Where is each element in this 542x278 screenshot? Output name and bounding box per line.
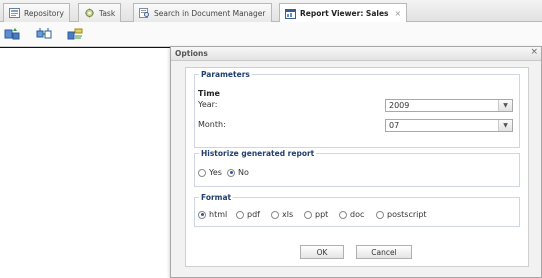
ok-button[interactable]: OK xyxy=(300,245,344,259)
divider xyxy=(0,47,170,48)
format-xls-radio[interactable]: xls xyxy=(271,210,293,219)
radio-label: Yes xyxy=(209,168,222,177)
radio-label: xls xyxy=(282,210,294,219)
dialog-header[interactable]: Options × xyxy=(171,47,541,61)
year-select[interactable]: 2009 ▼ xyxy=(385,99,513,112)
repository-icon xyxy=(9,8,20,18)
radio-label: doc xyxy=(350,210,365,219)
tab-bar: Repository Task Search in Document Manag… xyxy=(0,0,542,23)
dialog-body: Parameters Time Year: 2009 ▼ Month: 07 ▼… xyxy=(185,67,529,267)
tab-search-document-manager[interactable]: Search in Document Manager xyxy=(133,3,272,22)
export-report-icon xyxy=(36,28,52,39)
radio-label: No xyxy=(238,168,249,177)
month-select[interactable]: 07 ▼ xyxy=(385,119,513,132)
export-report-button[interactable] xyxy=(35,26,53,42)
section-legend: Historize generated report xyxy=(201,149,315,158)
radio-button[interactable] xyxy=(376,210,384,219)
month-label: Month: xyxy=(198,120,226,129)
historize-no-radio[interactable]: No xyxy=(227,168,249,177)
month-value: 07 xyxy=(389,121,400,130)
report-options-icon xyxy=(67,28,83,40)
tab-label: Search in Document Manager xyxy=(154,8,266,18)
radio-button[interactable] xyxy=(227,168,235,177)
options-dialog: Options × Parameters Time Year: 2009 ▼ M… xyxy=(170,46,542,278)
refresh-report-icon xyxy=(4,28,20,40)
format-ppt-radio[interactable]: ppt xyxy=(304,210,328,219)
tab-task[interactable]: Task xyxy=(78,3,122,22)
chevron-down-icon[interactable]: ▼ xyxy=(498,120,512,131)
radio-button[interactable] xyxy=(198,210,206,219)
format-postscript-radio[interactable]: postscript xyxy=(376,210,427,219)
format-pdf-radio[interactable]: pdf xyxy=(236,210,260,219)
tab-repository[interactable]: Repository xyxy=(3,3,70,22)
radio-button[interactable] xyxy=(198,168,206,177)
chevron-down-icon[interactable]: ▼ xyxy=(498,100,512,111)
report-options-button[interactable] xyxy=(66,26,84,42)
radio-button[interactable] xyxy=(271,210,279,219)
radio-label: postscript xyxy=(387,210,427,219)
report-viewer-icon xyxy=(285,8,296,19)
radio-label: pdf xyxy=(247,210,260,219)
time-group-label: Time xyxy=(198,89,220,98)
format-html-radio[interactable]: html xyxy=(198,210,227,219)
task-icon xyxy=(85,8,94,18)
radio-button[interactable] xyxy=(236,210,244,219)
historize-yes-radio[interactable]: Yes xyxy=(198,168,222,177)
radio-label: html xyxy=(209,210,228,219)
dialog-title: Options xyxy=(175,49,208,58)
tab-label: Task xyxy=(99,8,116,18)
report-toolbar xyxy=(0,22,542,47)
search-document-icon xyxy=(139,8,149,18)
radio-button[interactable] xyxy=(304,210,312,219)
section-legend: Format xyxy=(201,193,232,202)
refresh-report-button[interactable] xyxy=(3,26,21,42)
close-icon[interactable]: × xyxy=(530,47,538,57)
year-value: 2009 xyxy=(389,101,410,110)
cancel-button[interactable]: Cancel xyxy=(356,245,412,259)
format-doc-radio[interactable]: doc xyxy=(339,210,364,219)
close-icon[interactable]: × xyxy=(395,9,402,18)
year-label: Year: xyxy=(198,100,218,109)
radio-button[interactable] xyxy=(339,210,347,219)
section-legend: Parameters xyxy=(201,70,250,79)
radio-label: ppt xyxy=(315,210,329,219)
tab-label: Repository xyxy=(24,8,64,18)
tab-report-viewer-sales[interactable]: Report Viewer: Sales × xyxy=(279,3,408,23)
tab-label: Report Viewer: Sales xyxy=(300,9,389,18)
